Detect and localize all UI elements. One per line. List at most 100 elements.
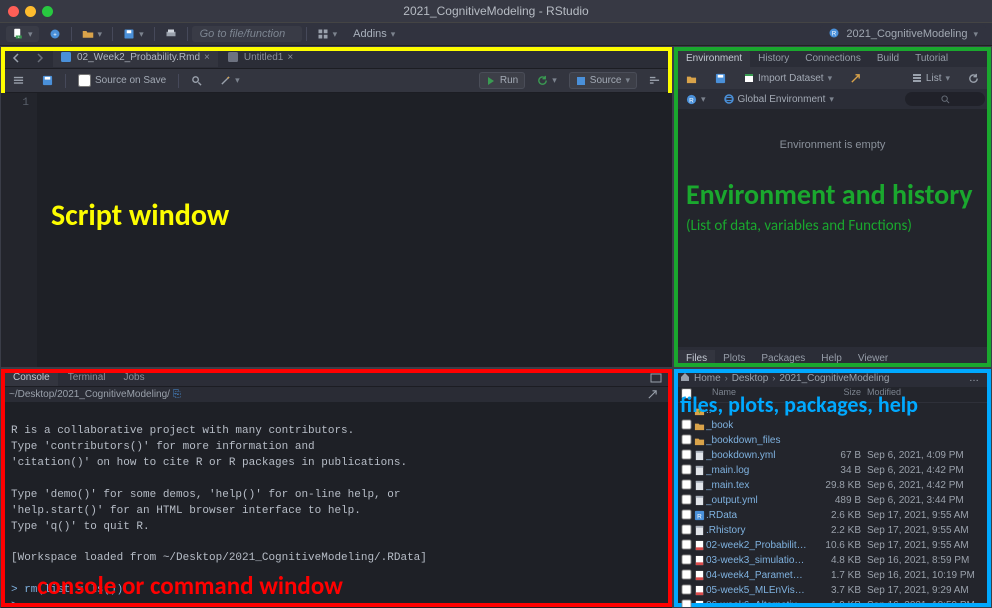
new-project-button[interactable]: + bbox=[43, 26, 67, 42]
file-checkbox[interactable] bbox=[682, 569, 692, 579]
print-button[interactable] bbox=[159, 26, 183, 42]
tab-build[interactable]: Build bbox=[869, 50, 907, 67]
file-name[interactable]: .Rhistory bbox=[706, 525, 807, 536]
file-row[interactable]: _main.log34 BSep 6, 2021, 4:42 PM bbox=[674, 463, 991, 478]
file-checkbox[interactable] bbox=[682, 524, 692, 534]
save-workspace-button[interactable] bbox=[709, 71, 732, 86]
source-tab-1[interactable]: 02_Week2_Probability.Rmd × bbox=[53, 49, 218, 67]
file-checkbox[interactable] bbox=[682, 479, 692, 489]
file-row[interactable]: R.RData2.6 KBSep 17, 2021, 9:55 AM bbox=[674, 508, 991, 523]
editor-body[interactable]: 1 bbox=[1, 93, 672, 367]
file-name[interactable]: 03-week3_simulation.Rmd bbox=[706, 555, 807, 566]
file-row[interactable]: _bookdown.yml67 BSep 6, 2021, 4:09 PM bbox=[674, 448, 991, 463]
file-row[interactable]: .. bbox=[674, 403, 991, 418]
load-workspace-button[interactable] bbox=[680, 71, 703, 86]
clear-console-button[interactable] bbox=[641, 387, 664, 402]
tab-tutorial[interactable]: Tutorial bbox=[907, 50, 956, 67]
file-row[interactable]: _bookdown_files bbox=[674, 433, 991, 448]
breadcrumb-desktop[interactable]: Desktop bbox=[732, 373, 769, 384]
file-name[interactable]: _bookdown_files bbox=[706, 435, 807, 446]
file-row[interactable]: _output.yml489 BSep 6, 2021, 3:44 PM bbox=[674, 493, 991, 508]
tab-terminal[interactable]: Terminal bbox=[60, 369, 114, 386]
file-checkbox[interactable] bbox=[682, 449, 692, 459]
file-checkbox[interactable] bbox=[682, 494, 692, 504]
file-row[interactable]: _main.tex29.8 KBSep 6, 2021, 4:42 PM bbox=[674, 478, 991, 493]
select-all-checkbox[interactable] bbox=[681, 388, 691, 398]
open-file-button[interactable]: ▾ bbox=[76, 26, 109, 42]
subtab-packages[interactable]: Packages bbox=[753, 350, 813, 367]
scope-selector[interactable]: Global Environment ▾ bbox=[718, 92, 840, 107]
file-row[interactable]: 03-week3_simulation.Rmd4.8 KBSep 16, 202… bbox=[674, 553, 991, 568]
tab-console[interactable]: Console bbox=[5, 369, 58, 386]
addins-dropdown[interactable]: Addins ▾ bbox=[347, 26, 401, 42]
subtab-help[interactable]: Help bbox=[813, 350, 850, 367]
file-row[interactable]: 04-week4_Parameter.Rmd1.7 KBSep 16, 2021… bbox=[674, 568, 991, 583]
close-tab-icon[interactable]: × bbox=[204, 52, 210, 63]
breadcrumb-project[interactable]: 2021_CognitiveModeling bbox=[779, 373, 889, 384]
file-checkbox[interactable] bbox=[682, 464, 692, 474]
file-checkbox[interactable] bbox=[682, 509, 692, 519]
tab-history[interactable]: History bbox=[750, 50, 797, 67]
file-name[interactable]: _output.yml bbox=[706, 495, 807, 506]
file-name[interactable]: 02-week2_Probability.Rmd bbox=[706, 540, 807, 551]
run-button[interactable]: Run bbox=[479, 72, 525, 89]
back-button[interactable] bbox=[5, 51, 27, 65]
file-name[interactable]: 05-week5_MLEnVisualization.R… bbox=[706, 585, 807, 596]
file-row[interactable]: .Rhistory2.2 KBSep 17, 2021, 9:55 AM bbox=[674, 523, 991, 538]
file-row[interactable]: 05-week5_MLEnVisualization.R…3.7 KBSep 1… bbox=[674, 583, 991, 598]
breadcrumb-home[interactable]: Home bbox=[694, 373, 721, 384]
file-name[interactable]: _main.log bbox=[706, 465, 807, 476]
minimize-pane-button[interactable] bbox=[644, 371, 668, 385]
file-row[interactable]: 06-week6_AlternativeModels.R…1.9 KBSep 1… bbox=[674, 598, 991, 607]
r-lang-button[interactable]: R▾ bbox=[680, 92, 712, 107]
subtab-viewer[interactable]: Viewer bbox=[850, 350, 896, 367]
tab-connections[interactable]: Connections bbox=[797, 50, 869, 67]
file-name[interactable]: 04-week4_Parameter.Rmd bbox=[706, 570, 807, 581]
project-selector[interactable]: R 2021_CognitiveModeling ▾ bbox=[820, 25, 986, 44]
file-name[interactable]: _book bbox=[706, 420, 807, 431]
refresh-env-button[interactable] bbox=[962, 71, 985, 86]
environment-search-input[interactable] bbox=[905, 92, 985, 106]
clear-objects-button[interactable] bbox=[844, 71, 867, 86]
forward-button[interactable] bbox=[29, 51, 51, 65]
col-name[interactable]: Name bbox=[692, 387, 807, 402]
new-file-button[interactable]: +▾ bbox=[6, 26, 39, 42]
file-name[interactable]: _main.tex bbox=[706, 480, 807, 491]
close-tab-icon[interactable]: × bbox=[287, 52, 293, 63]
popout-icon[interactable]: ⎘ bbox=[173, 389, 181, 400]
console-body[interactable]: R is a collaborative project with many c… bbox=[1, 402, 672, 608]
source-on-save-toggle[interactable]: Source on Save bbox=[72, 72, 172, 89]
col-modified[interactable]: Modified bbox=[861, 387, 985, 402]
file-checkbox[interactable] bbox=[682, 554, 692, 564]
import-dataset-button[interactable]: Import Dataset ▾ bbox=[738, 71, 838, 86]
home-icon[interactable] bbox=[680, 372, 690, 385]
save-source-button[interactable] bbox=[36, 73, 59, 88]
wand-button[interactable]: ▾ bbox=[214, 73, 246, 88]
list-view-button[interactable]: List ▾ bbox=[906, 71, 956, 86]
goto-file-function-input[interactable]: Go to file/function bbox=[192, 26, 302, 42]
save-button[interactable]: ▾ bbox=[117, 26, 150, 42]
source-tab-2[interactable]: Untitled1 × bbox=[220, 49, 301, 67]
more-files-button[interactable]: … bbox=[963, 371, 985, 386]
tab-jobs[interactable]: Jobs bbox=[116, 369, 153, 386]
show-outline-button[interactable] bbox=[7, 73, 30, 88]
file-row[interactable]: _book bbox=[674, 418, 991, 433]
subtab-plots[interactable]: Plots bbox=[715, 350, 753, 367]
file-checkbox[interactable] bbox=[682, 539, 692, 549]
file-checkbox[interactable] bbox=[682, 419, 692, 429]
file-name[interactable]: 06-week6_AlternativeModels.R… bbox=[706, 600, 807, 607]
file-name[interactable]: .RData bbox=[706, 510, 807, 521]
file-checkbox[interactable] bbox=[682, 599, 692, 607]
file-checkbox[interactable] bbox=[682, 434, 692, 444]
rerun-button[interactable]: ▾ bbox=[531, 73, 563, 88]
tab-environment[interactable]: Environment bbox=[678, 50, 750, 67]
find-button[interactable] bbox=[185, 73, 208, 88]
col-size[interactable]: Size bbox=[807, 387, 861, 402]
tools-button[interactable]: ▾ bbox=[311, 26, 344, 42]
source-button[interactable]: Source ▾ bbox=[569, 72, 637, 89]
file-checkbox[interactable] bbox=[682, 584, 692, 594]
file-name[interactable]: _bookdown.yml bbox=[706, 450, 807, 461]
file-name[interactable]: .. bbox=[706, 405, 807, 416]
outline-toggle-button[interactable] bbox=[643, 73, 666, 88]
file-row[interactable]: 02-week2_Probability.Rmd10.6 KBSep 17, 2… bbox=[674, 538, 991, 553]
